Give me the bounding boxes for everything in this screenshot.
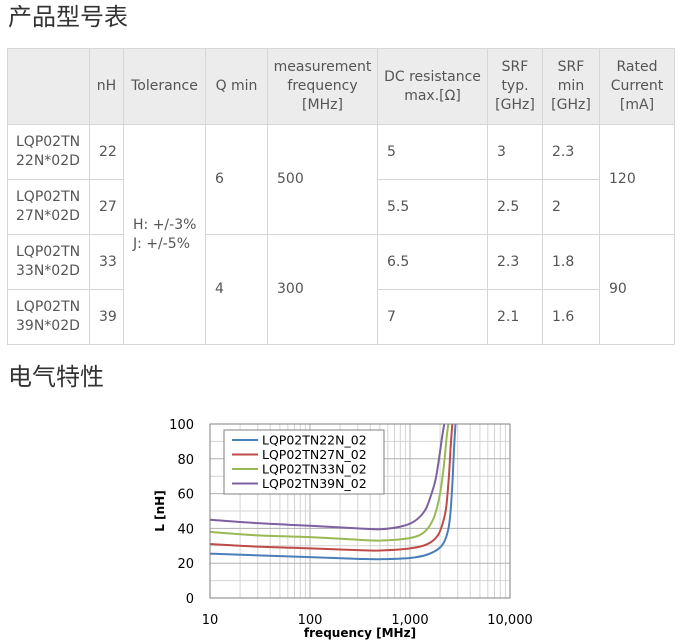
header-frequency-line: [MHz] bbox=[302, 97, 343, 113]
srf-min-cell: 1.8 bbox=[542, 234, 600, 290]
electrical-characteristics-title: 电气特性 bbox=[8, 363, 104, 391]
frequency-cell: 500 bbox=[267, 124, 378, 235]
header-qmin: Q min bbox=[205, 48, 268, 125]
nh-cell: 22 bbox=[89, 124, 124, 180]
header-dcr-line: DC resistance bbox=[384, 68, 481, 85]
y-tick-label: 100 bbox=[169, 418, 194, 433]
header-frequency: measurement frequency [MHz] bbox=[267, 48, 378, 125]
legend-label: LQP02TN22N_02 bbox=[262, 433, 367, 448]
part-number-line: LQP02TN bbox=[16, 189, 81, 205]
part-number-line: 39N*02D bbox=[16, 318, 80, 334]
product-table-title: 产品型号表 bbox=[8, 3, 128, 31]
x-tick-label: 10 bbox=[202, 613, 219, 628]
part-number-line: LQP02TN bbox=[16, 134, 81, 150]
header-srf-typ-line: typ. bbox=[501, 78, 529, 94]
srf-typ-cell: 3 bbox=[487, 124, 543, 180]
table-header-row: nH Tolerance Q min measurement frequency… bbox=[7, 48, 675, 125]
srf-typ-cell: 2.3 bbox=[487, 234, 543, 290]
x-tick-label: 10,000 bbox=[487, 613, 533, 628]
x-axis-label: frequency [MHz] bbox=[304, 626, 416, 640]
srf-min-cell: 2 bbox=[542, 179, 600, 235]
part-number-line: LQP02TN bbox=[16, 244, 81, 260]
header-srf-min-line: SRF bbox=[557, 59, 585, 75]
legend: LQP02TN22N_02LQP02TN27N_02LQP02TN33N_02L… bbox=[223, 429, 385, 495]
srf-min-cell: 2.3 bbox=[542, 124, 600, 180]
part-number-line: LQP02TN bbox=[16, 299, 81, 315]
nh-cell: 27 bbox=[89, 179, 124, 235]
header-srf-min: SRF min [GHz] bbox=[542, 48, 600, 125]
qmin-cell: 4 bbox=[205, 234, 268, 345]
y-tick-label: 40 bbox=[177, 522, 194, 537]
y-tick-label: 60 bbox=[177, 488, 194, 503]
header-srf-typ: SRF typ. [GHz] bbox=[487, 48, 543, 125]
header-dc-resistance: DC resistance max.[Ω] bbox=[377, 48, 488, 125]
header-nh: nH bbox=[89, 48, 124, 125]
frequency-cell: 300 bbox=[267, 234, 378, 345]
nh-cell: 33 bbox=[89, 234, 124, 290]
srf-typ-cell: 2.1 bbox=[487, 289, 543, 345]
qmin-cell: 6 bbox=[205, 124, 268, 235]
inductance-frequency-chart: 020406080100 10 100 1,000 10,000 L [nH] fre… bbox=[153, 418, 533, 640]
header-srf-typ-line: [GHz] bbox=[495, 97, 535, 113]
dcr-cell: 5.5 bbox=[377, 179, 488, 235]
header-srf-min-line: [GHz] bbox=[551, 97, 591, 113]
header-frequency-line: measurement bbox=[273, 59, 372, 75]
y-tick-labels: 0 20 40 60 80 100 bbox=[169, 418, 194, 607]
header-frequency-line: frequency bbox=[287, 78, 358, 94]
header-srf-typ-line: SRF bbox=[501, 59, 529, 75]
legend-label: LQP02TN39N_02 bbox=[262, 476, 367, 491]
header-rated-current: Rated Current [mA] bbox=[599, 48, 675, 125]
part-number-line: 33N*02D bbox=[16, 263, 80, 279]
part-number-cell: LQP02TN 39N*02D bbox=[7, 289, 90, 345]
header-srf-min-line: min bbox=[557, 78, 585, 94]
rated-current-cell: 90 bbox=[599, 234, 675, 345]
header-current-line: Rated bbox=[616, 59, 658, 75]
header-dcr-line: max.[Ω] bbox=[404, 87, 461, 104]
part-number-cell: LQP02TN 33N*02D bbox=[7, 234, 90, 290]
tolerance-line: J: +/-5% bbox=[133, 235, 191, 252]
part-number-cell: LQP02TN 27N*02D bbox=[7, 179, 90, 235]
header-blank bbox=[7, 48, 90, 125]
table-row: LQP02TN 33N*02D 33 4 300 6.5 2.3 1.8 90 bbox=[7, 234, 675, 345]
part-number-line: 22N*02D bbox=[16, 153, 80, 169]
product-spec-table: nH Tolerance Q min measurement frequency… bbox=[7, 48, 675, 345]
y-tick-label: 0 bbox=[186, 592, 194, 607]
y-tick-label: 20 bbox=[177, 557, 194, 572]
rated-current-cell: 120 bbox=[599, 124, 675, 235]
srf-typ-cell: 2.5 bbox=[487, 179, 543, 235]
header-current-line: [mA] bbox=[619, 97, 655, 113]
nh-cell: 39 bbox=[89, 289, 124, 345]
part-number-line: 27N*02D bbox=[16, 208, 80, 224]
y-tick-label: 80 bbox=[177, 453, 194, 468]
table-row: LQP02TN 22N*02D 22 H: +/-3% J: +/-5% 6 5… bbox=[7, 124, 675, 345]
legend-label: LQP02TN27N_02 bbox=[262, 447, 367, 462]
dcr-cell: 7 bbox=[377, 289, 488, 345]
legend-label: LQP02TN33N_02 bbox=[262, 462, 367, 477]
srf-min-cell: 1.6 bbox=[542, 289, 600, 345]
dcr-cell: 5 bbox=[377, 124, 488, 180]
y-axis-label: L [nH] bbox=[153, 490, 167, 531]
tolerance-cell: H: +/-3% J: +/-5% bbox=[123, 124, 206, 345]
header-tolerance: Tolerance bbox=[123, 48, 206, 125]
tolerance-line: H: +/-3% bbox=[133, 216, 197, 233]
header-current-line: Current bbox=[610, 78, 664, 94]
part-number-cell: LQP02TN 22N*02D bbox=[7, 124, 90, 180]
dcr-cell: 6.5 bbox=[377, 234, 488, 290]
